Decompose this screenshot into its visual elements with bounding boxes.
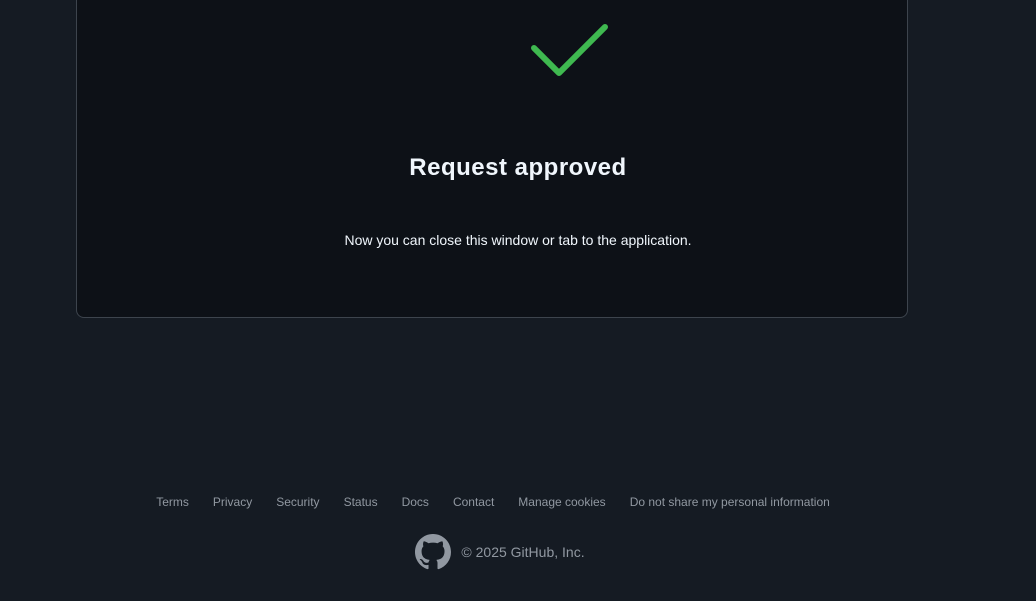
footer-link-privacy[interactable]: Privacy [213, 495, 252, 509]
check-icon [531, 24, 608, 76]
footer-link-status[interactable]: Status [344, 495, 378, 509]
github-icon[interactable] [415, 534, 452, 570]
footer-link-manage-cookies[interactable]: Manage cookies [518, 495, 605, 509]
page-title: Request approved [409, 154, 627, 181]
copyright-text: © 2025 GitHub, Inc. [461, 544, 585, 560]
footer-link-docs[interactable]: Docs [402, 495, 429, 509]
footer-links: Terms Privacy Security Status Docs Conta… [0, 495, 986, 509]
footer-link-do-not-share[interactable]: Do not share my personal information [630, 495, 830, 509]
footer-link-contact[interactable]: Contact [453, 495, 494, 509]
status-message: Now you can close this window or tab to … [344, 232, 692, 248]
footer-bottom: © 2025 GitHub, Inc. [0, 534, 1000, 570]
footer-link-security[interactable]: Security [276, 495, 319, 509]
footer-link-terms[interactable]: Terms [156, 495, 189, 509]
